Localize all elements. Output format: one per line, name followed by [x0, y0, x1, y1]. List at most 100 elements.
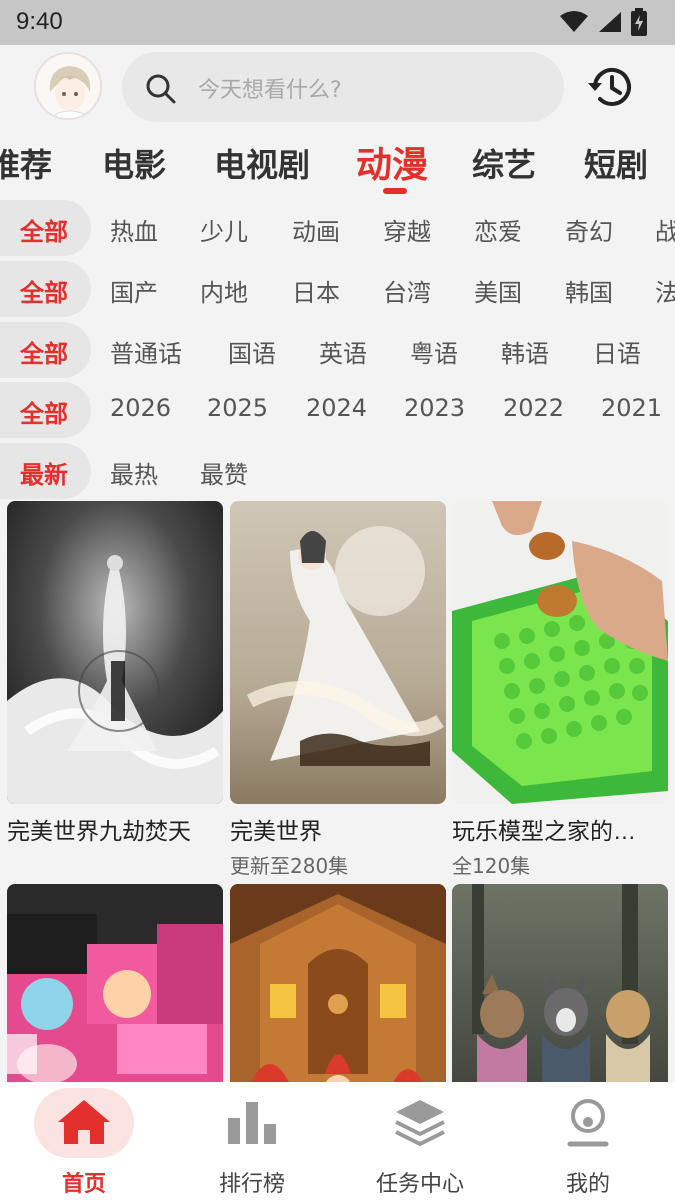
- wifi-icon: [560, 11, 588, 32]
- filter-chip[interactable]: 奇幻: [565, 212, 613, 247]
- filter-chip[interactable]: 日本: [292, 273, 340, 308]
- history-button[interactable]: [585, 63, 639, 111]
- filter-chip[interactable]: 穿越: [383, 212, 431, 247]
- video-title: 完美世界九劫焚天: [7, 818, 191, 844]
- avatar[interactable]: [34, 52, 102, 120]
- tab-short-drama[interactable]: 短剧: [584, 140, 648, 186]
- content-grid: 完美世界九劫焚天 完美世界 更新至280集 玩乐模型之家的… 全120集: [0, 500, 675, 1082]
- status-bar: 9:40: [0, 0, 675, 45]
- nav-label: 任务中心: [375, 1172, 464, 1197]
- video-title: 玩乐模型之家的…: [452, 818, 636, 844]
- poster-image: [230, 501, 446, 804]
- history-icon: [588, 67, 631, 106]
- nav-item-tasks[interactable]: 任务中心: [336, 1082, 504, 1200]
- tab-tv-series[interactable]: 电视剧: [214, 140, 310, 186]
- filter-chip[interactable]: 2022: [503, 394, 564, 422]
- filter-chip[interactable]: 粤语: [410, 334, 458, 369]
- filter-chip[interactable]: 2021: [601, 394, 662, 422]
- video-thumbnail: [7, 884, 223, 1082]
- filter-chip[interactable]: 日语: [593, 334, 641, 369]
- poster-image: [7, 501, 223, 804]
- video-card[interactable]: [7, 884, 223, 1082]
- filter-chip[interactable]: 美国: [474, 273, 522, 308]
- search-icon: [146, 74, 176, 104]
- video-card[interactable]: [452, 884, 668, 1082]
- active-tab-indicator: [383, 188, 407, 194]
- nav-label: 排行榜: [218, 1172, 285, 1197]
- filter-chip[interactable]: 2023: [404, 394, 465, 422]
- status-time: 9:40: [16, 8, 63, 35]
- tab-recommended[interactable]: 推荐: [0, 140, 52, 186]
- filter-chip[interactable]: 国语: [228, 334, 276, 369]
- filter-chip[interactable]: 战: [655, 212, 675, 247]
- video-thumbnail: [7, 501, 223, 804]
- filter-chip[interactable]: 台湾: [383, 273, 431, 308]
- nav-item-ranking[interactable]: 排行榜: [168, 1082, 336, 1200]
- poster-image: [7, 884, 223, 1082]
- filter-chip-label: 全部: [20, 218, 68, 246]
- video-subtitle: 全120集: [452, 854, 531, 878]
- nav-label: 首页: [61, 1172, 106, 1197]
- filter-chip[interactable]: 国产: [110, 273, 158, 308]
- nav-item-profile[interactable]: 我的: [504, 1082, 672, 1200]
- video-card[interactable]: [230, 884, 446, 1082]
- video-card[interactable]: 完美世界九劫焚天: [7, 501, 223, 850]
- video-thumbnail: [452, 501, 668, 804]
- filter-chip-active[interactable]: 全部: [0, 261, 91, 317]
- poster-image: [452, 501, 668, 804]
- filter-chip[interactable]: 2026: [110, 394, 171, 422]
- header: 今天想看什么?: [0, 45, 675, 130]
- filter-chip-label: 全部: [20, 340, 68, 368]
- filter-chip[interactable]: 最赞: [200, 455, 248, 490]
- video-thumbnail: [230, 501, 446, 804]
- filter-chip-label: 全部: [20, 400, 68, 428]
- filter-chip[interactable]: 少儿: [200, 212, 248, 247]
- filter-chip[interactable]: 动画: [292, 212, 340, 247]
- poster-image: [230, 884, 446, 1082]
- filter-row-language: 全部 普通话 国语 英语 粤语 韩语 日语: [0, 320, 675, 380]
- filter-chip[interactable]: 内地: [200, 273, 248, 308]
- video-thumbnail: [452, 884, 668, 1082]
- filter-chip[interactable]: 韩国: [565, 273, 613, 308]
- nav-label: 我的: [565, 1172, 610, 1197]
- layers-icon: [395, 1100, 445, 1146]
- filter-chip-active[interactable]: 全部: [0, 200, 91, 256]
- battery-charging-icon: [631, 8, 647, 36]
- video-thumbnail: [230, 884, 446, 1082]
- video-card[interactable]: 完美世界 更新至280集: [230, 501, 446, 879]
- video-subtitle: 更新至280集: [230, 854, 349, 878]
- signal-icon: [599, 12, 621, 32]
- bar-chart-icon: [228, 1102, 276, 1144]
- filter-chip[interactable]: 英语: [319, 334, 367, 369]
- poster-image: [452, 884, 668, 1082]
- filter-chip[interactable]: 恋爱: [474, 212, 522, 247]
- filter-row-sort: 最新 最热 最赞: [0, 441, 675, 501]
- filter-chip[interactable]: 热血: [110, 212, 158, 247]
- nav-item-home[interactable]: 首页: [0, 1082, 168, 1200]
- filter-chip-active[interactable]: 全部: [0, 322, 91, 378]
- tab-anime[interactable]: 动漫: [356, 136, 428, 188]
- user-avatar-icon: [36, 54, 100, 118]
- filter-chip[interactable]: 普通话: [110, 334, 182, 369]
- filter-chip-active[interactable]: 全部: [0, 382, 91, 438]
- filter-chip[interactable]: 2025: [207, 394, 268, 422]
- filter-row-genre: 全部 热血 少儿 动画 穿越 恋爱 奇幻 战: [0, 198, 675, 258]
- filter-chip[interactable]: 韩语: [501, 334, 549, 369]
- tab-variety[interactable]: 综艺: [472, 140, 536, 186]
- tab-movies[interactable]: 电影: [102, 140, 166, 186]
- filter-chip[interactable]: 法: [655, 273, 675, 308]
- profile-icon: [567, 1099, 609, 1147]
- bottom-navigation: 首页 排行榜 任务中心 我的: [0, 1082, 675, 1200]
- filter-chip[interactable]: 最热: [110, 455, 158, 490]
- filter-chip-active[interactable]: 最新: [0, 443, 91, 499]
- filter-chip[interactable]: 2024: [306, 394, 367, 422]
- video-title: 完美世界: [230, 818, 322, 844]
- status-icons: [559, 8, 647, 36]
- search-bar[interactable]: 今天想看什么?: [122, 52, 564, 122]
- filter-chip-label: 全部: [20, 279, 68, 307]
- filter-chip-label: 最新: [20, 461, 68, 489]
- filter-row-region: 全部 国产 内地 日本 台湾 美国 韩国 法: [0, 259, 675, 319]
- filter-row-year: 全部 2026 2025 2024 2023 2022 2021: [0, 380, 675, 440]
- search-placeholder: 今天想看什么?: [198, 78, 342, 103]
- video-card[interactable]: 玩乐模型之家的… 全120集: [452, 501, 668, 879]
